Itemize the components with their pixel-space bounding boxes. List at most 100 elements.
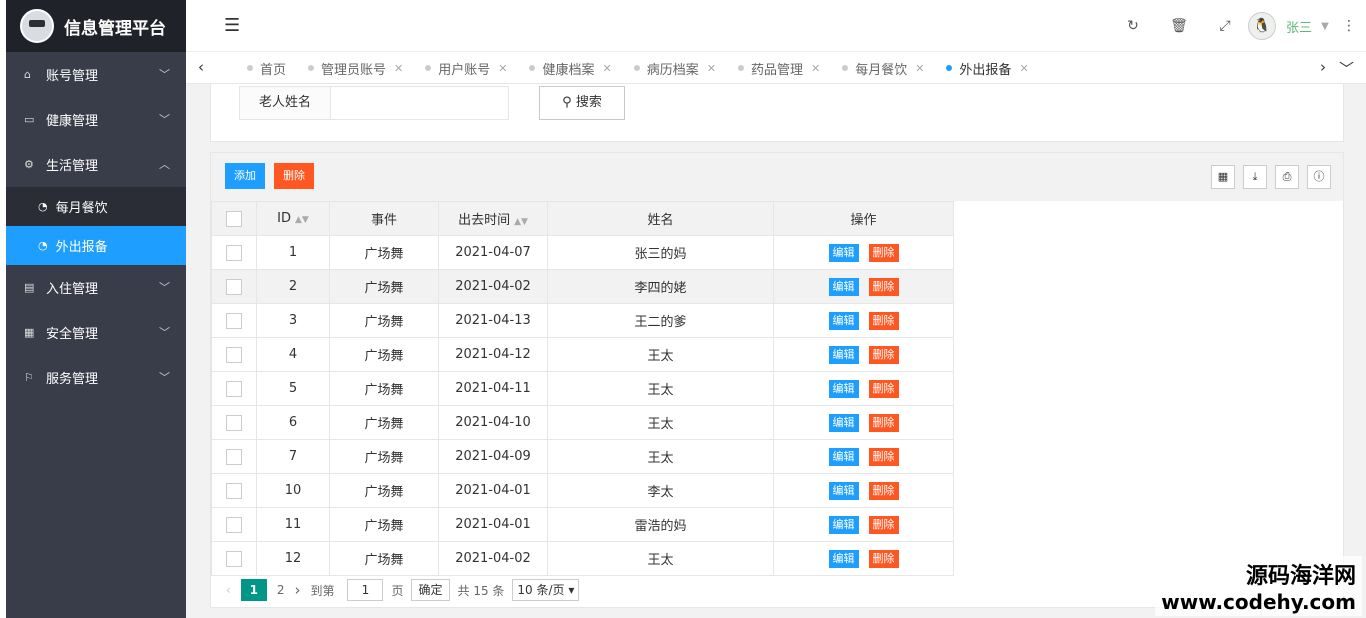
user-avatar[interactable]: 🐧 bbox=[1247, 12, 1276, 40]
next-page-icon[interactable]: › bbox=[294, 581, 300, 599]
delete-button[interactable]: 删除 bbox=[868, 447, 899, 466]
close-icon[interactable]: ✕ bbox=[707, 62, 716, 75]
sort-icon[interactable]: ▲▼ bbox=[295, 215, 309, 225]
row-checkbox[interactable] bbox=[226, 448, 242, 465]
export-icon[interactable]: ⤓ bbox=[1243, 165, 1267, 189]
row-checkbox[interactable] bbox=[226, 516, 242, 533]
close-icon[interactable]: ✕ bbox=[498, 62, 507, 75]
table-row[interactable]: 5 广场舞 2021-04-11 王太 编辑 删除 bbox=[211, 371, 954, 406]
table-row[interactable]: 10 广场舞 2021-04-01 李太 编辑 删除 bbox=[211, 473, 954, 508]
edit-button[interactable]: 编辑 bbox=[828, 413, 859, 432]
close-icon[interactable]: ✕ bbox=[394, 62, 403, 75]
edit-button[interactable]: 编辑 bbox=[828, 481, 859, 500]
goto-page-input[interactable]: 1 bbox=[347, 579, 384, 601]
table-row[interactable]: 4 广场舞 2021-04-12 王太 编辑 删除 bbox=[211, 337, 954, 372]
elder-name-input[interactable] bbox=[331, 87, 508, 119]
delete-button[interactable]: 删除 bbox=[868, 243, 899, 262]
tab-outing[interactable]: 外出报备 ✕ bbox=[935, 52, 1039, 84]
table-row[interactable]: 12 广场舞 2021-04-02 王太 编辑 删除 bbox=[211, 541, 954, 576]
row-checkbox[interactable] bbox=[226, 550, 242, 567]
select-all-checkbox[interactable] bbox=[226, 210, 242, 227]
sidebar-item-life[interactable]: ⚙ 生活管理 ︿ bbox=[6, 142, 186, 187]
row-checkbox[interactable] bbox=[226, 244, 242, 261]
cell-actions: 编辑 删除 bbox=[773, 235, 954, 270]
sidebar-subitem-meals[interactable]: ◔ 每月餐饮 bbox=[6, 187, 186, 226]
tab-records[interactable]: 病历档案 ✕ bbox=[623, 52, 727, 84]
delete-button[interactable]: 删除 bbox=[868, 481, 899, 500]
tab-home[interactable]: 首页 bbox=[236, 52, 297, 84]
edit-button[interactable]: 编辑 bbox=[828, 515, 859, 534]
tab-drugs[interactable]: 药品管理 ✕ bbox=[727, 52, 831, 84]
sidebar-item-health[interactable]: ▭ 健康管理 ﹀ bbox=[6, 97, 186, 142]
page-1[interactable]: 1 bbox=[240, 579, 267, 601]
row-checkbox[interactable] bbox=[226, 312, 242, 329]
menu-fold-icon[interactable]: ☰ bbox=[224, 15, 240, 36]
refresh-icon[interactable]: ↻ bbox=[1110, 18, 1156, 34]
close-icon[interactable]: ✕ bbox=[915, 62, 924, 75]
batch-delete-button[interactable]: 删除 bbox=[274, 163, 314, 189]
trash-icon[interactable]: 🗑 bbox=[1156, 18, 1202, 34]
close-icon[interactable]: ✕ bbox=[811, 62, 820, 75]
table-row[interactable]: 1 广场舞 2021-04-07 张三的妈 编辑 删除 bbox=[211, 235, 954, 270]
row-checkbox[interactable] bbox=[226, 278, 242, 295]
delete-button[interactable]: 删除 bbox=[868, 277, 899, 296]
row-checkbox[interactable] bbox=[226, 380, 242, 397]
edit-button[interactable]: 编辑 bbox=[828, 549, 859, 568]
delete-button[interactable]: 删除 bbox=[868, 549, 899, 568]
tab-admin[interactable]: 管理员账号 ✕ bbox=[297, 52, 414, 84]
close-icon[interactable]: ✕ bbox=[603, 62, 612, 75]
row-checkbox[interactable] bbox=[226, 414, 242, 431]
table-row[interactable]: 11 广场舞 2021-04-01 雷浩的妈 编辑 删除 bbox=[211, 507, 954, 542]
caret-down-icon[interactable]: ▼ bbox=[1318, 21, 1332, 32]
total-count: 共 15 条 bbox=[457, 583, 505, 598]
delete-button[interactable]: 删除 bbox=[868, 379, 899, 398]
edit-button[interactable]: 编辑 bbox=[828, 277, 859, 296]
columns-icon[interactable]: ▦ bbox=[1211, 165, 1235, 189]
edit-button[interactable]: 编辑 bbox=[828, 447, 859, 466]
tab-next-icon[interactable]: › bbox=[1320, 58, 1326, 76]
data-table: ID ▲▼ 事件 出去时间 ▲▼ 姓名 操作 1 广场舞 2021-04-07 张三的妈编… bbox=[211, 201, 954, 576]
sidebar-item-service[interactable]: ⚐ 服务管理 ﹀ bbox=[6, 355, 186, 400]
fullscreen-icon[interactable]: ⤢ bbox=[1202, 18, 1248, 34]
sidebar-item-safety[interactable]: ▦ 安全管理 ﹀ bbox=[6, 310, 186, 355]
delete-button[interactable]: 删除 bbox=[868, 515, 899, 534]
row-checkbox[interactable] bbox=[226, 482, 242, 499]
delete-button[interactable]: 删除 bbox=[868, 413, 899, 432]
tab-prev-icon[interactable]: ‹ bbox=[198, 58, 204, 76]
col-id[interactable]: ID ▲▼ bbox=[256, 201, 330, 236]
delete-button[interactable]: 删除 bbox=[868, 345, 899, 364]
tab-label: 管理员账号 bbox=[321, 62, 387, 78]
info-icon[interactable]: ⓘ bbox=[1307, 165, 1331, 189]
user-name[interactable]: 张三 bbox=[1286, 17, 1312, 36]
more-icon[interactable]: ⋮ bbox=[1332, 18, 1366, 34]
edit-button[interactable]: 编辑 bbox=[828, 345, 859, 364]
close-icon[interactable]: ✕ bbox=[1019, 62, 1028, 75]
col-time[interactable]: 出去时间 ▲▼ bbox=[438, 201, 548, 236]
table-row[interactable]: 3 广场舞 2021-04-13 王二的爹 编辑 删除 bbox=[211, 303, 954, 338]
page-size-select[interactable]: 10 条/页 ▾ bbox=[512, 579, 580, 601]
sidebar-subitem-outing[interactable]: ◔ 外出报备 bbox=[6, 226, 186, 265]
sidebar-item-account[interactable]: ⌂ 账号管理 ﹀ bbox=[6, 52, 186, 97]
table-row[interactable]: 6 广场舞 2021-04-10 王太 编辑 删除 bbox=[211, 405, 954, 440]
tab-health[interactable]: 健康档案 ✕ bbox=[518, 52, 622, 84]
delete-button[interactable]: 删除 bbox=[868, 311, 899, 330]
sort-icon[interactable]: ▲▼ bbox=[514, 217, 528, 227]
row-checkbox[interactable] bbox=[226, 346, 242, 363]
elder-name-field: 老人姓名 bbox=[239, 86, 509, 120]
cell-name: 王二的爹 bbox=[547, 303, 774, 338]
edit-button[interactable]: 编辑 bbox=[828, 311, 859, 330]
goto-confirm-button[interactable]: 确定 bbox=[411, 579, 450, 601]
tab-users[interactable]: 用户账号 ✕ bbox=[414, 52, 518, 84]
sidebar-item-checkin[interactable]: ▤ 入住管理 ﹀ bbox=[6, 265, 186, 310]
add-button[interactable]: 添加 bbox=[225, 163, 265, 189]
prev-page-icon[interactable]: ‹ bbox=[226, 583, 231, 597]
tab-meals[interactable]: 每月餐饮 ✕ bbox=[831, 52, 935, 84]
table-row[interactable]: 2 广场舞 2021-04-02 李四的姥 编辑 删除 bbox=[211, 269, 954, 304]
edit-button[interactable]: 编辑 bbox=[828, 243, 859, 262]
edit-button[interactable]: 编辑 bbox=[828, 379, 859, 398]
page-2[interactable]: 2 bbox=[277, 583, 285, 597]
search-button[interactable]: ⚲ 搜索 bbox=[539, 86, 625, 120]
tab-menu-chevron-icon[interactable]: ﹀ bbox=[1339, 58, 1354, 79]
print-icon[interactable]: ⎙ bbox=[1275, 165, 1299, 189]
table-row[interactable]: 7 广场舞 2021-04-09 王太 编辑 删除 bbox=[211, 439, 954, 474]
